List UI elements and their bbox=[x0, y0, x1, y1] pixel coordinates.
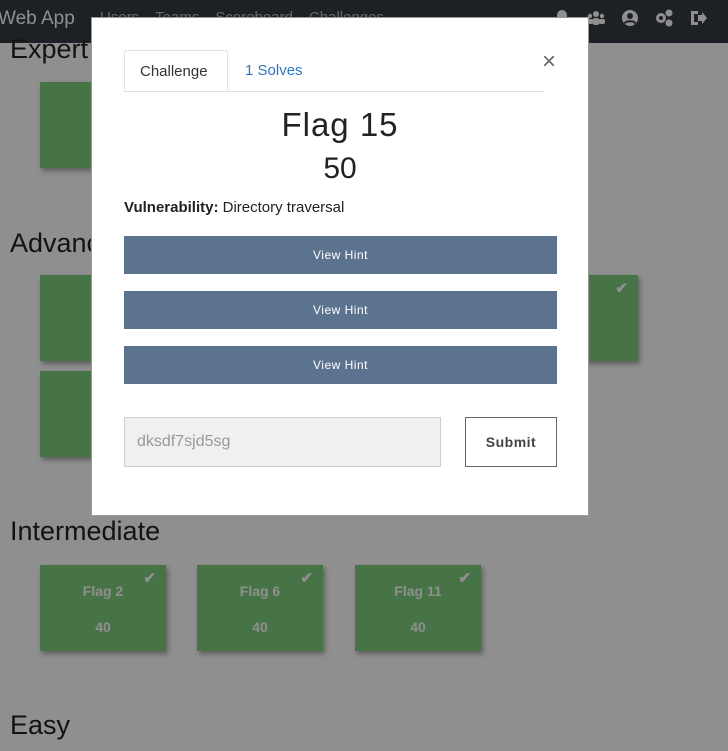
flag-input[interactable]: dksdf7sjd5sg bbox=[124, 417, 441, 467]
view-hint-button[interactable]: View Hint bbox=[124, 291, 557, 329]
vulnerability-value: Directory traversal bbox=[218, 199, 345, 216]
tab-solves[interactable]: 1 Solves bbox=[230, 50, 318, 91]
view-hint-button[interactable]: View Hint bbox=[124, 346, 557, 384]
submit-button[interactable]: Submit bbox=[465, 417, 557, 467]
challenge-modal: Challenge 1 Solves × Flag 15 50 Vulnerab… bbox=[91, 17, 589, 516]
challenge-name: Flag 15 bbox=[281, 106, 399, 143]
challenge-value: 50 bbox=[323, 152, 357, 185]
modal-tabs: Challenge 1 Solves bbox=[124, 50, 544, 92]
vulnerability-label: Vulnerability: bbox=[124, 199, 219, 216]
close-icon[interactable]: × bbox=[542, 50, 556, 74]
tab-challenge[interactable]: Challenge bbox=[124, 50, 228, 91]
view-hint-button[interactable]: View Hint bbox=[124, 236, 557, 274]
vulnerability-text: Vulnerability: Directory traversal bbox=[124, 199, 344, 216]
